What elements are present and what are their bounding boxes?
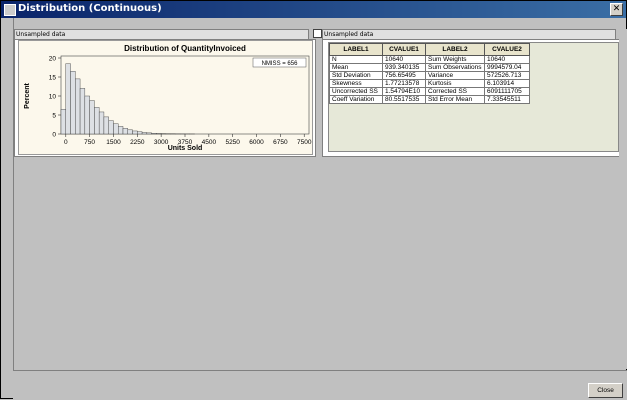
column-header-label1[interactable]: LABEL1 [330, 44, 383, 56]
histogram-bar [71, 71, 76, 134]
table-row[interactable]: Skewness1.77213578Kurtosis6.103914 [330, 80, 530, 88]
column-header-cvalue2[interactable]: CVALUE2 [485, 44, 530, 56]
table-cell: 572526.713 [485, 72, 530, 80]
table-cell: N [330, 56, 383, 64]
nmiss-inset-label: NMISS = 656 [262, 61, 299, 67]
histogram-bar [137, 132, 142, 134]
app-icon [4, 4, 16, 16]
summary-statistics-table: LABEL1 CVALUE1 LABEL2 CVALUE2 N10640Sum … [329, 43, 530, 104]
footer-bar [13, 370, 627, 400]
y-axis-label: Percent [24, 82, 31, 108]
column-header-label2[interactable]: LABEL2 [426, 44, 485, 56]
table-row[interactable]: N10640Sum Weights10640 [330, 56, 530, 64]
table-cell: Skewness [330, 80, 383, 88]
table-cell: Variance [426, 72, 485, 80]
histogram-chart: Distribution of QuantityInvoiced 0 5 10 15 20… [19, 41, 312, 154]
x-tick-label: 3000 [154, 139, 169, 146]
histogram-bar [152, 133, 157, 134]
table-row[interactable]: Coeff Variation80.5517535Std Error Mean7… [330, 96, 530, 104]
table-row[interactable]: Uncorrected SS1.54794E10Corrected SS6091… [330, 88, 530, 96]
table-cell: 6.103914 [485, 80, 530, 88]
table-row[interactable]: Mean939.340135Sum Observations9994579.04 [330, 64, 530, 72]
y-tick-label: 10 [49, 94, 57, 101]
table-cell: Std Error Mean [426, 96, 485, 104]
table-cell: Std Deviation [330, 72, 383, 80]
histogram-bar [66, 64, 71, 134]
y-tick-label: 0 [52, 132, 56, 139]
histogram-bar [128, 130, 133, 134]
table-cell: 6091111705 [485, 88, 530, 96]
histogram-bar [133, 131, 138, 134]
right-pane-header-label: Unsampled data [324, 31, 373, 38]
table-cell: Mean [330, 64, 383, 72]
left-pane-header-label: Unsampled data [16, 31, 65, 38]
x-tick-label: 4500 [202, 139, 217, 146]
histogram-bar [99, 112, 104, 134]
table-cell: Coeff Variation [330, 96, 383, 104]
table-cell: Uncorrected SS [330, 88, 383, 96]
close-button[interactable]: Close [588, 383, 623, 398]
table-cell: 1.54794E10 [383, 88, 426, 96]
table-cell: 7.33545511 [485, 96, 530, 104]
histogram-bar [109, 121, 114, 134]
table-cell: Kurtosis [426, 80, 485, 88]
x-tick-label: 6000 [249, 139, 264, 146]
x-axis-label: Units Sold [168, 145, 203, 152]
histogram-bar [156, 133, 161, 134]
histogram-bar [90, 101, 95, 134]
left-strip [1, 18, 14, 398]
histogram-bar [118, 126, 123, 134]
title-bar[interactable]: Distribution (Continuous) ✕ [1, 1, 626, 18]
table-cell: Sum Observations [426, 64, 485, 72]
x-tick-label: 1500 [106, 139, 121, 146]
y-tick-label: 5 [52, 113, 56, 120]
left-pane-maximize-button[interactable] [313, 29, 322, 38]
stats-table-container: LABEL1 CVALUE1 LABEL2 CVALUE2 N10640Sum … [328, 42, 619, 152]
histogram-bar [123, 128, 128, 134]
x-tick-label: 0 [64, 139, 68, 146]
x-tick-label: 5250 [225, 139, 240, 146]
table-cell: 1.77213578 [383, 80, 426, 88]
table-cell: 756.65495 [383, 72, 426, 80]
window-title: Distribution (Continuous) [18, 3, 162, 14]
table-header-row: LABEL1 CVALUE1 LABEL2 CVALUE2 [330, 44, 530, 56]
x-tick-label: 7500 [297, 139, 312, 146]
table-cell: 939.340135 [383, 64, 426, 72]
right-edge [619, 29, 627, 369]
x-tick-label: 750 [84, 139, 95, 146]
chart-title: Distribution of QuantityInvoiced [124, 44, 246, 53]
histogram-bar [75, 79, 80, 134]
table-cell: 10640 [383, 56, 426, 64]
table-row[interactable]: Std Deviation756.65495Variance572526.713 [330, 72, 530, 80]
histogram-bar [80, 88, 85, 134]
histogram-bar [113, 124, 118, 134]
y-tick-label: 15 [49, 75, 57, 82]
histogram-bar [61, 109, 66, 134]
table-cell: Corrected SS [426, 88, 485, 96]
table-cell: 10640 [485, 56, 530, 64]
histogram-bar [142, 132, 147, 134]
table-cell: 9994579.04 [485, 64, 530, 72]
histogram-bar [94, 107, 99, 134]
histogram-bar [147, 133, 152, 134]
x-tick-label: 6750 [273, 139, 288, 146]
x-tick-label: 2250 [130, 139, 145, 146]
table-cell: Sum Weights [426, 56, 485, 64]
table-cell: 80.5517535 [383, 96, 426, 104]
distribution-window: Distribution (Continuous) ✕ Unsampled da… [0, 0, 627, 399]
column-header-cvalue1[interactable]: CVALUE1 [383, 44, 426, 56]
histogram-bar [104, 117, 109, 134]
histogram-container: Distribution of QuantityInvoiced 0 5 10 15 20… [18, 40, 313, 155]
close-window-button[interactable]: ✕ [610, 3, 623, 16]
histogram-bar [85, 96, 90, 134]
y-tick-label: 20 [49, 56, 57, 63]
